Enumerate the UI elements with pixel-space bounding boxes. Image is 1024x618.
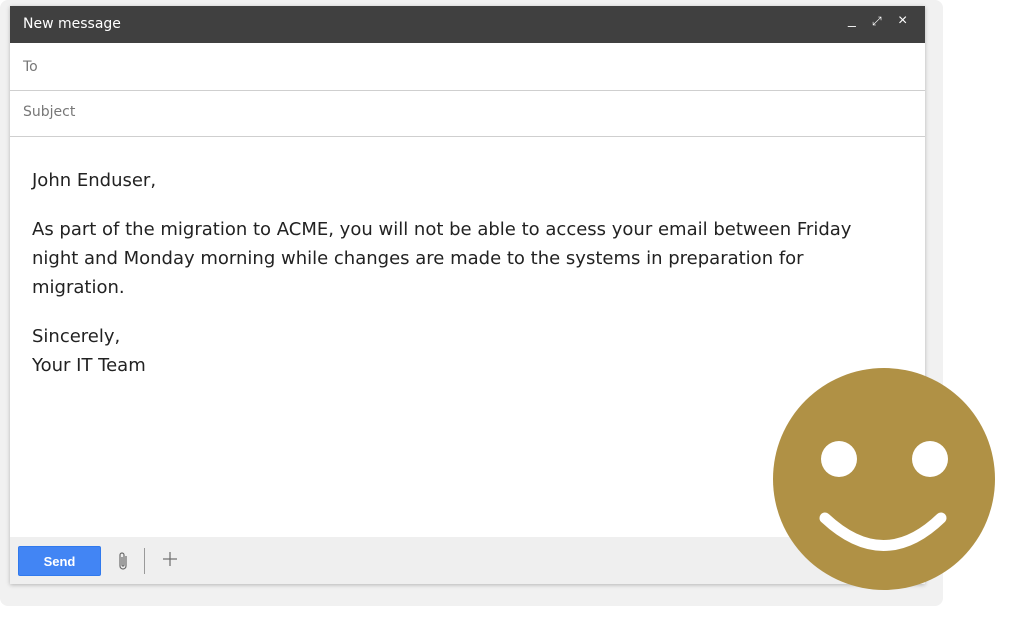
message-paragraph: As part of the migration to ACME, you wi… <box>32 219 852 298</box>
plus-icon[interactable] <box>161 550 179 568</box>
smiley-face-icon <box>773 368 995 590</box>
minimize-icon[interactable]: _ <box>848 12 856 26</box>
compose-titlebar[interactable]: New message _ ⤢ × <box>10 6 925 43</box>
subject-input[interactable] <box>23 99 907 129</box>
toolbar-divider <box>144 548 145 574</box>
send-button[interactable]: Send <box>18 546 101 576</box>
paperclip-icon[interactable] <box>116 550 130 572</box>
message-body[interactable]: John Enduser, As part of the migration t… <box>32 166 892 380</box>
subject-field[interactable]: Subject <box>10 91 925 137</box>
close-icon[interactable]: × <box>898 13 907 29</box>
message-greeting: John Enduser, <box>32 170 157 191</box>
message-closing: Sincerely, <box>32 326 121 347</box>
to-field[interactable]: To <box>10 43 925 91</box>
to-input[interactable] <box>23 51 907 81</box>
message-signature: Your IT Team <box>32 355 146 376</box>
expand-icon[interactable]: ⤢ <box>872 15 882 27</box>
compose-title: New message <box>23 16 121 32</box>
